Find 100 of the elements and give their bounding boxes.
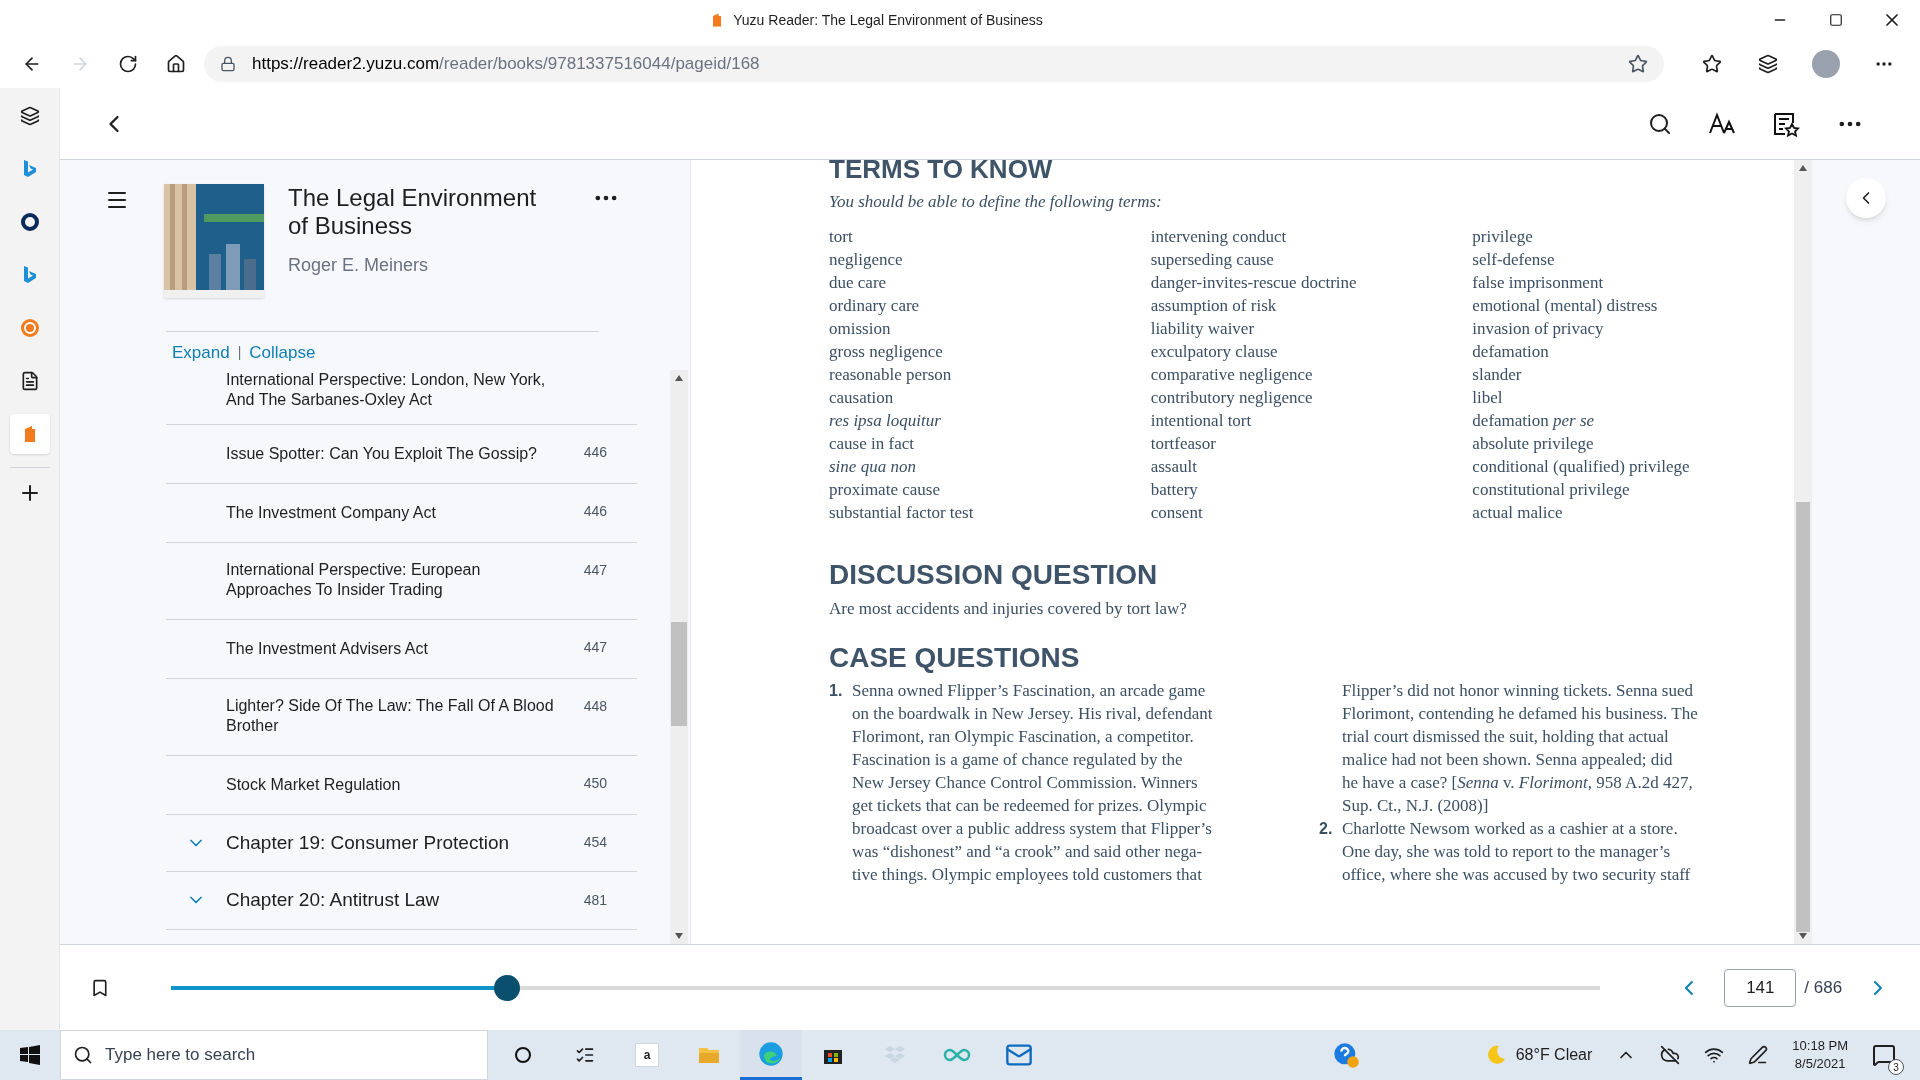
search-icon <box>73 1045 93 1065</box>
toc-label: Stock Market Regulation <box>226 774 401 795</box>
home-icon[interactable] <box>166 54 186 74</box>
favorite-star-icon[interactable] <box>1628 54 1648 74</box>
slider-thumb[interactable] <box>493 974 520 1001</box>
scrollbar-thumb[interactable] <box>671 621 687 726</box>
window-title: Yuzu Reader: The Legal Environment of Business <box>733 10 1043 30</box>
term-text: consent <box>1150 501 1204 524</box>
toc-item[interactable]: Issue Spotter: Can You Exploit The Gossip? 446 <box>166 424 637 484</box>
taskbar-search-field[interactable]: Type here to search <box>60 1030 488 1080</box>
term-text: ordinary care <box>829 294 921 317</box>
toc-item[interactable]: International Perspective: European Approaches To Insider Trading 447 <box>166 542 637 620</box>
term-text: conditional (qualified) privilege <box>1472 455 1691 478</box>
term-text: assumption of risk <box>1150 294 1278 317</box>
weather-text[interactable]: 68°F Clear <box>1515 1043 1593 1067</box>
clock-time[interactable]: 10:18 PM <box>1792 1037 1848 1055</box>
page-number: 450 <box>582 773 607 793</box>
amazon-app-icon[interactable]: a <box>635 1043 659 1067</box>
page-number: 447 <box>582 560 607 580</box>
pen-icon[interactable] <box>1748 1045 1769 1065</box>
question-paragraph: Flipper’s did not honor winning tickets. Senna sued Florimont, contending he defamed his business. The trial court dismissed the suit, holding that actual malice had not been shown. Senna appealed; did he have a case? [Senna v. Florimont, 958 A.2d 427, Sup. Ct., N.J. (2008)] <box>1342 680 1698 817</box>
circle-icon[interactable] <box>513 1045 533 1065</box>
term-text: tortfeasor <box>1150 432 1217 455</box>
term-text: absolute privilege <box>1472 432 1595 455</box>
scrollbar[interactable] <box>670 369 688 944</box>
toc-label: Lighter? Side Of The Law: The Fall Of A Blood Brother <box>226 695 555 736</box>
term-text: danger-invites-rescue doctrine <box>1150 271 1358 294</box>
toc-label: Issue Spotter: Can You Exploit The Gossip? <box>226 443 537 464</box>
toc-item[interactable]: Lighter? Side Of The Law: The Fall Of A Blood Brother 448 <box>166 678 637 756</box>
scroll-up-icon[interactable] <box>675 373 683 382</box>
ring-icon[interactable] <box>19 212 40 232</box>
bing-icon[interactable] <box>21 265 38 285</box>
collections-icon[interactable] <box>1758 54 1778 74</box>
restore-icon[interactable] <box>1829 13 1843 27</box>
term-text: privilege <box>1472 225 1534 248</box>
toc-item[interactable]: Chapter 19: Consumer Protection 454 <box>166 814 637 872</box>
section-heading: TERMS TO KNOW <box>829 160 1053 182</box>
bing-icon[interactable] <box>21 159 38 179</box>
term-text: constitutional privilege <box>1472 478 1631 501</box>
page-number: 446 <box>582 442 607 462</box>
term-text: libel <box>1472 386 1504 409</box>
term-text: defamation per se <box>1472 409 1596 432</box>
bookmark-icon[interactable] <box>90 977 110 998</box>
term-text: superseding cause <box>1150 248 1275 271</box>
term-text: battery <box>1150 478 1199 501</box>
intro-text: You should be able to define the following terms: <box>829 191 1163 213</box>
term-text: assault <box>1150 455 1198 478</box>
term-text: invasion of privacy <box>1472 317 1605 340</box>
term-text: sine qua non <box>829 455 917 478</box>
term-text: causation <box>829 386 895 409</box>
scroll-up-icon[interactable] <box>1799 164 1807 172</box>
term-text: cause in fact <box>829 432 915 455</box>
term-text: reasonable person <box>829 363 953 386</box>
toc-item[interactable]: Chapter 20: Antitrust Law 481 <box>166 872 637 930</box>
term-text: intervening conduct <box>1150 225 1288 248</box>
address-bar[interactable]: https://reader2.yuzu.com/reader/books/9781337516044/pageid/168 <box>204 46 1664 82</box>
term-text: liability waiver <box>1150 317 1256 340</box>
refresh-icon[interactable] <box>118 54 138 74</box>
scroll-down-icon[interactable] <box>675 932 683 940</box>
term-text: due care <box>829 271 888 294</box>
scrollbar-thumb[interactable] <box>1796 502 1810 932</box>
tabs-icon[interactable] <box>19 106 40 126</box>
book-author: Roger E. Meiners <box>288 254 430 277</box>
term-text: tort <box>829 225 854 248</box>
term-text: exculpatory clause <box>1150 340 1279 363</box>
collapse-link[interactable]: Collapse <box>249 340 316 366</box>
toc-item[interactable]: Stock Market Regulation 450 <box>166 755 637 815</box>
question-paragraph: Charlotte Newsom worked as a cashier at a store. One day, she was told to report to the manager’s office, where she was accused by two security staff <box>1342 818 1691 886</box>
help-icon[interactable] <box>1331 1041 1360 1069</box>
task-view-icon[interactable] <box>575 1045 595 1065</box>
lock-icon <box>220 56 236 72</box>
term-text: comparative negligence <box>1150 363 1314 386</box>
cloud-off-icon[interactable] <box>1660 1045 1681 1065</box>
toc-label: Chapter 20: Antitrust Law <box>226 888 440 912</box>
toc-label: The Investment Advisers Act <box>226 638 428 659</box>
book-title: The Legal Environment of Business <box>288 184 538 240</box>
term-text: gross negligence <box>829 340 944 363</box>
toc-label: Chapter 19: Consumer Protection <box>226 830 510 855</box>
term-text: slander <box>1472 363 1523 386</box>
toc-item[interactable]: International Perspective: London, New York, And The Sarbanes-Oxley Act <box>166 369 637 425</box>
profile-avatar[interactable] <box>1812 50 1840 78</box>
question-number: 1. <box>829 681 844 701</box>
wifi-icon[interactable] <box>1704 1045 1725 1065</box>
page-input[interactable]: 141 <box>1724 968 1797 1007</box>
clock-date[interactable]: 8/5/2021 <box>1794 1055 1846 1073</box>
toc-item[interactable]: The Investment Advisers Act 447 <box>166 619 637 679</box>
expand-link[interactable]: Expand <box>172 340 230 366</box>
badge-icon[interactable] <box>19 318 40 338</box>
scrollbar[interactable] <box>1794 160 1812 944</box>
term-text: false imprisonment <box>1472 271 1605 294</box>
search-icon[interactable] <box>1648 111 1672 136</box>
page-number: 446 <box>582 501 607 521</box>
term-text: intentional tort <box>1150 409 1253 432</box>
page-total: / 686 <box>1804 976 1843 999</box>
favorites-icon[interactable] <box>1702 54 1722 74</box>
windows-logo-icon[interactable] <box>20 1045 40 1065</box>
notification-count: 3 <box>1888 1059 1904 1075</box>
toc-label: The Investment Company Act <box>226 502 436 523</box>
toc-item[interactable]: The Investment Company Act 446 <box>166 483 637 543</box>
font-size-icon[interactable] <box>1708 111 1736 136</box>
